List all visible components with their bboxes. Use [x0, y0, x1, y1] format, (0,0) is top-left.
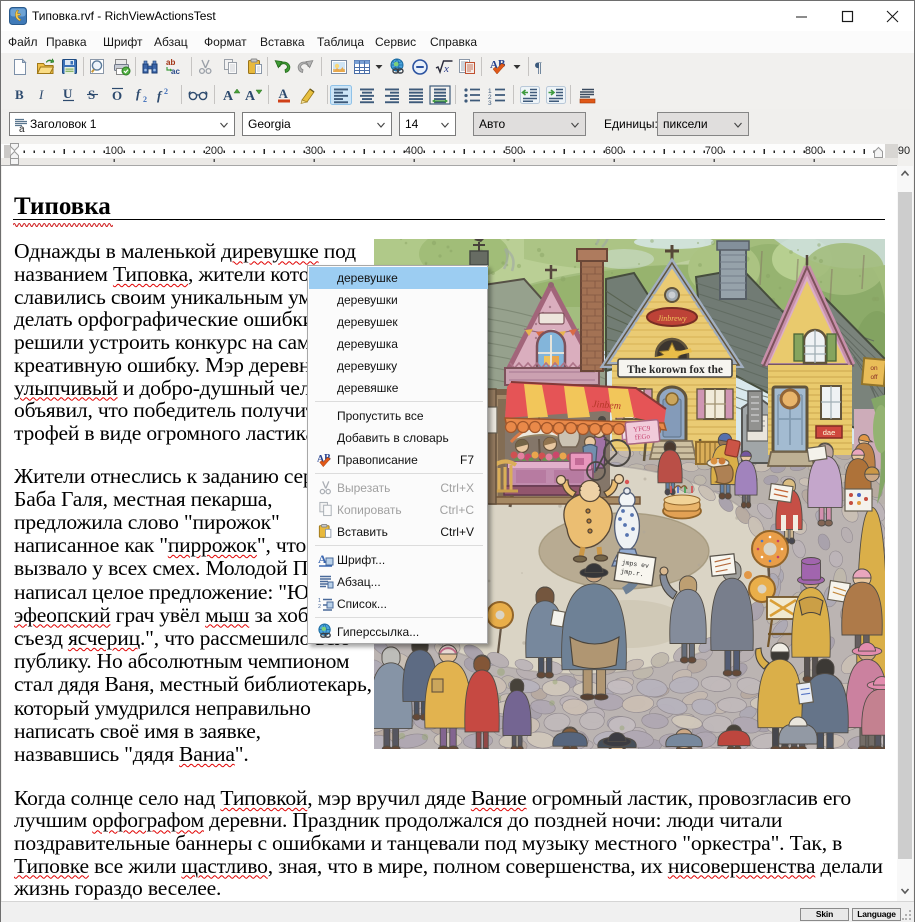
svg-text:U: U: [63, 86, 73, 101]
svg-text:2: 2: [143, 95, 147, 104]
svg-text:ac: ac: [171, 67, 180, 76]
svg-text:500: 500: [505, 145, 523, 157]
svg-text:200: 200: [205, 145, 223, 157]
svg-text:A: A: [245, 89, 256, 104]
svg-text:¶: ¶: [535, 60, 542, 76]
svg-text:a: a: [19, 124, 25, 133]
svg-text:ab: ab: [166, 58, 175, 67]
svg-text:I: I: [38, 87, 44, 102]
svg-text:400: 400: [405, 145, 423, 157]
svg-text:600: 600: [605, 145, 623, 157]
svg-text:B: B: [15, 87, 24, 102]
svg-text:3: 3: [488, 100, 492, 105]
svg-text:A: A: [279, 86, 289, 101]
svg-text:90: 90: [898, 145, 910, 157]
svg-text:300: 300: [305, 145, 323, 157]
svg-text:f: f: [136, 86, 142, 101]
svg-text:O: O: [112, 88, 122, 103]
svg-text:x: x: [443, 63, 449, 75]
svg-text:800: 800: [805, 145, 823, 157]
svg-text:f: f: [157, 88, 163, 103]
svg-text:2: 2: [164, 87, 168, 96]
svg-text:2: 2: [318, 604, 321, 610]
svg-text:700: 700: [705, 145, 723, 157]
svg-text:A: A: [223, 89, 234, 104]
svg-text:100: 100: [105, 145, 123, 157]
